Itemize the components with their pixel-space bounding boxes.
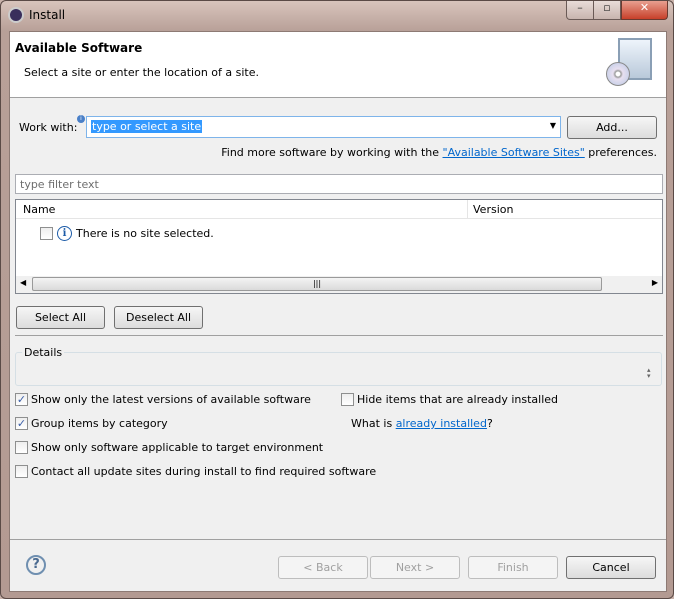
horizontal-scrollbar[interactable]: ◀ ||| ▶: [16, 276, 662, 293]
page-title: Available Software: [15, 41, 143, 55]
option-hide-installed[interactable]: Hide items that are already installed: [341, 393, 558, 406]
option-contact-all[interactable]: Contact all update sites during install …: [15, 465, 376, 478]
option-target-env[interactable]: Show only software applicable to target …: [15, 441, 323, 454]
window-title: Install: [29, 8, 66, 22]
filter-input[interactable]: type filter text: [15, 174, 663, 194]
divider: [15, 335, 663, 336]
option-group-category[interactable]: ✓ Group items by category: [15, 417, 168, 430]
group-category-checkbox[interactable]: ✓: [15, 417, 28, 430]
details-group: [15, 352, 662, 386]
window-controls: – ▫ ✕: [566, 1, 668, 20]
work-with-label: Work with:: [19, 121, 78, 134]
row-checkbox[interactable]: [40, 227, 53, 240]
deselect-all-button[interactable]: Deselect All: [114, 306, 203, 329]
page-subtitle: Select a site or enter the location of a…: [24, 66, 260, 79]
next-button[interactable]: Next >: [370, 556, 460, 579]
table-header: Name Version: [16, 200, 662, 219]
close-button[interactable]: ✕: [621, 1, 668, 20]
contact-all-checkbox[interactable]: [15, 465, 28, 478]
row-name: There is no site selected.: [76, 227, 214, 240]
install-window: Install – ▫ ✕ Available Software Select …: [0, 0, 674, 599]
what-is-installed: What is already installed?: [351, 417, 493, 430]
back-button[interactable]: < Back: [278, 556, 368, 579]
chevron-down-icon[interactable]: ▼: [550, 121, 556, 130]
minimize-button[interactable]: –: [566, 1, 594, 20]
more-software-text: Find more software by working with the "…: [221, 146, 657, 159]
scrollbar-thumb[interactable]: |||: [32, 277, 602, 291]
details-scroll-icon[interactable]: ▴ ▾: [647, 367, 651, 380]
add-site-button[interactable]: Add...: [567, 116, 657, 139]
table-row[interactable]: i There is no site selected.: [40, 226, 214, 241]
divider: [10, 539, 666, 540]
option-latest-versions[interactable]: ✓ Show only the latest versions of availa…: [15, 393, 311, 406]
scroll-right-icon[interactable]: ▶: [652, 278, 658, 287]
column-version[interactable]: Version: [473, 203, 513, 216]
column-name[interactable]: Name: [23, 203, 55, 216]
info-icon: i: [77, 115, 85, 123]
target-env-checkbox[interactable]: [15, 441, 28, 454]
install-cd-monitor-icon: [606, 36, 656, 94]
help-icon[interactable]: ?: [26, 555, 46, 575]
latest-versions-checkbox[interactable]: ✓: [15, 393, 28, 406]
finish-button[interactable]: Finish: [468, 556, 558, 579]
maximize-button[interactable]: ▫: [594, 1, 621, 20]
scroll-left-icon[interactable]: ◀: [20, 278, 26, 287]
software-table: Name Version i There is no site selected…: [15, 199, 663, 294]
hide-installed-checkbox[interactable]: [341, 393, 354, 406]
details-label: Details: [22, 346, 65, 359]
info-icon: i: [57, 226, 72, 241]
available-sites-link[interactable]: "Available Software Sites": [443, 146, 585, 159]
wizard-header: Available Software Select a site or ente…: [10, 32, 666, 98]
work-with-combo[interactable]: type or select a site ▼: [86, 116, 561, 138]
select-all-button[interactable]: Select All: [16, 306, 105, 329]
work-with-input[interactable]: type or select a site: [91, 120, 203, 133]
dialog-body: Available Software Select a site or ente…: [9, 31, 667, 592]
already-installed-link[interactable]: already installed: [396, 417, 487, 430]
eclipse-gear-icon: [8, 7, 24, 23]
cancel-button[interactable]: Cancel: [566, 556, 656, 579]
